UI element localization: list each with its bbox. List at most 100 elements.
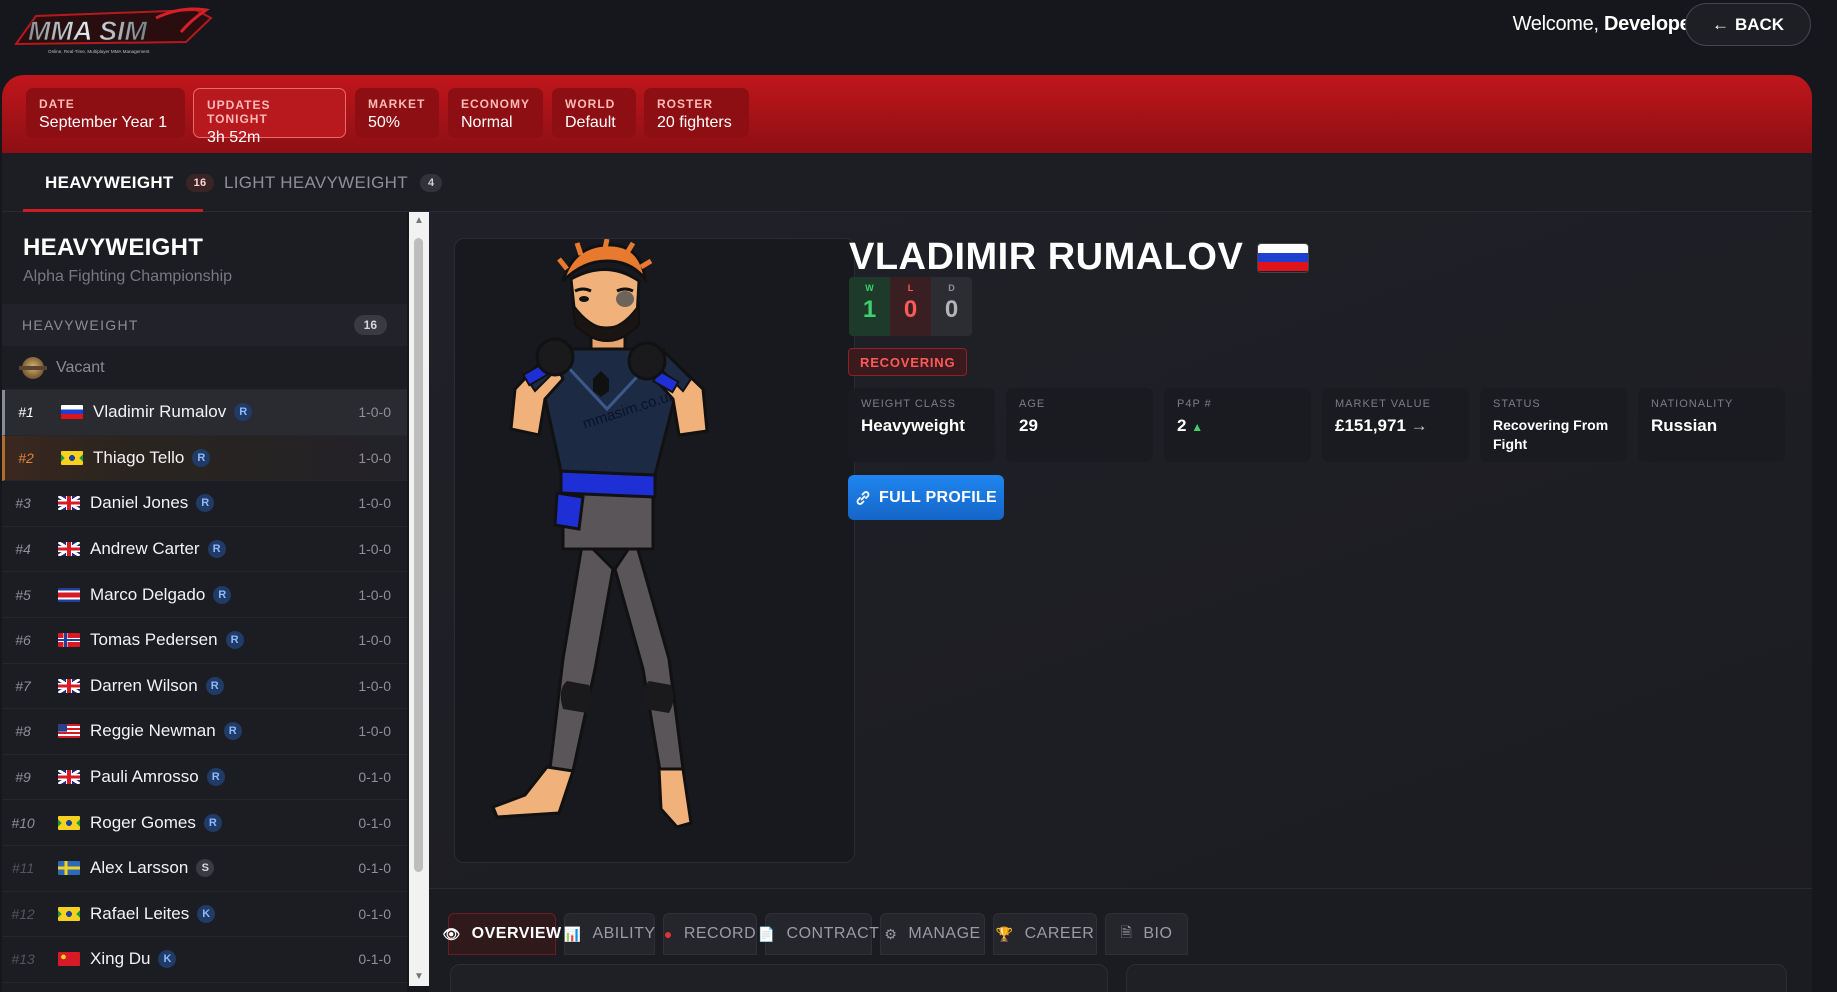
tab-label: LIGHT HEAVYWEIGHT (224, 172, 408, 192)
stat-label: WEIGHT CLASS (861, 398, 956, 410)
fighter-type-badge: K (158, 950, 177, 969)
tab-light-heavyweight[interactable]: LIGHT HEAVYWEIGHT 4 (224, 153, 443, 212)
country-flag-icon (61, 405, 83, 420)
fighter-type-badge: R (223, 722, 242, 741)
stat-age: AGE 29 (1006, 388, 1153, 462)
tab-overview[interactable]: 👁 OVERVIEW (442, 913, 561, 955)
win-loss-draw-record: W 1 L 0 D 0 (849, 277, 972, 336)
fighter-name: Tomas Pedersen (90, 630, 218, 650)
chip-value: September Year 1 (39, 114, 168, 131)
fighter-detail-panel: mmasim.co.uk VLADIMIR RUMALOV W 1 L 0 D … (429, 212, 1812, 992)
division-count-badge: 16 (353, 315, 387, 335)
roster-scrollbar[interactable]: ▲ ▼ (409, 212, 429, 986)
stat-weight-class: WEIGHT CLASS Heavyweight (848, 388, 995, 462)
document-icon: 📄 (757, 925, 776, 942)
fighter-record: 1-0-0 (358, 404, 391, 421)
stat-value: £151,971 (1335, 416, 1406, 435)
fighter-name: Pauli Amrosso (90, 767, 199, 787)
fighter-row[interactable]: #11 Alex Larsson S 0-1-0 (2, 846, 407, 892)
fighter-type-badge: R (196, 494, 215, 513)
fighter-row[interactable]: #10 Roger Gomes R 0-1-0 (2, 800, 407, 846)
chip-value: 50% (368, 114, 401, 131)
overview-left-card (450, 964, 1108, 992)
updates-chip: UPDATES TONIGHT 3h 52m (193, 88, 346, 146)
fighter-row[interactable]: #6 Tomas Pedersen R 1-0-0 (2, 618, 407, 664)
fighter-row[interactable]: #4 Andrew Carter R 1-0-0 (2, 527, 407, 573)
country-flag-icon (58, 633, 80, 648)
fighter-row[interactable]: #9 Pauli Amrosso R 0-1-0 (2, 755, 407, 801)
back-button[interactable]: ← BACK (1685, 3, 1811, 46)
fighter-row[interactable]: #8 Reggie Newman R 1-0-0 (2, 709, 407, 755)
fighter-type-badge: R (192, 448, 211, 467)
tab-ability[interactable]: 📊 ABILITY (564, 913, 655, 955)
stat-label: MARKET VALUE (1335, 398, 1431, 410)
fighter-rank: #9 (15, 769, 31, 786)
division-title: HEAVYWEIGHT (23, 234, 204, 261)
stat-label: AGE (1019, 398, 1046, 410)
tab-career[interactable]: 🏆 CAREER (993, 913, 1097, 955)
fighter-avatar-illustration: mmasim.co.uk (491, 239, 709, 829)
draws-cell: D 0 (931, 277, 972, 336)
fighter-name: Darren Wilson (90, 675, 198, 695)
losses-label: L (907, 283, 914, 293)
stat-status: STATUS Recovering From Fight (1480, 388, 1627, 462)
fighter-row[interactable]: #3 Daniel Jones R 1-0-0 (2, 481, 407, 527)
champion-slot-vacant[interactable]: Vacant (2, 346, 407, 390)
roster-chip: ROSTER 20 fighters (644, 88, 749, 138)
fighter-row[interactable]: #5 Marco Delgado R 1-0-0 (2, 572, 407, 618)
fighter-type-badge: R (207, 540, 226, 559)
fighter-type-badge: R (213, 585, 232, 604)
scroll-down-arrow-icon[interactable]: ▼ (412, 972, 426, 982)
tab-bio[interactable]: 🗎 BIO (1105, 913, 1188, 955)
game-status-bar: DATE September Year 1 UPDATES TONIGHT 3h… (2, 75, 1812, 153)
fighter-record: 0-1-0 (358, 951, 391, 968)
tab-manage[interactable]: ⚙ MANAGE (880, 913, 985, 955)
fighter-row[interactable]: #1 Vladimir Rumalov R 1-0-0 (2, 390, 407, 436)
stat-label: NATIONALITY (1651, 398, 1734, 410)
russia-flag-icon (1257, 242, 1310, 273)
logo-text: MMA SIM (28, 16, 147, 46)
stat-label: P4P # (1177, 398, 1212, 410)
country-flag-icon (58, 770, 80, 785)
tab-contract[interactable]: 📄 CONTRACT (758, 913, 879, 955)
scroll-up-arrow-icon[interactable]: ▲ (412, 216, 426, 226)
tab-label: RECORD (683, 925, 757, 942)
bar-chart-icon: 📊 (563, 925, 582, 942)
stat-nationality: NATIONALITY Russian (1638, 388, 1785, 462)
promotion-name: Alpha Fighting Championship (23, 268, 233, 285)
eye-icon: 👁 (442, 925, 461, 942)
fighter-type-badge: R (203, 813, 222, 832)
fighter-row[interactable]: #7 Darren Wilson R 1-0-0 (2, 664, 407, 710)
scrollbar-thumb[interactable] (414, 238, 423, 872)
country-flag-icon (58, 496, 80, 511)
fighter-name: VLADIMIR RUMALOV (849, 236, 1244, 278)
tab-label: ABILITY (592, 925, 656, 942)
chip-label: ECONOMY (461, 97, 531, 111)
tab-heavyweight[interactable]: HEAVYWEIGHT 16 (45, 153, 215, 212)
mma-sim-logo[interactable]: MMA SIM Online, Real-Time, Multiplayer M… (6, 4, 220, 58)
tab-record[interactable]: ● RECORD (663, 913, 757, 955)
stat-value-wrap: 2 ▲ (1177, 416, 1298, 436)
chip-value: Default (565, 114, 616, 131)
fighter-row[interactable]: #13 Xing Du K 0-1-0 (2, 937, 407, 983)
tab-count-badge: 16 (185, 173, 215, 192)
stat-market-value: MARKET VALUE £151,971 → (1322, 388, 1469, 462)
trend-flat-icon: → (1410, 416, 1428, 435)
gear-icon: ⚙ (884, 925, 898, 942)
fighter-rank: #5 (15, 586, 31, 603)
fighter-record: 1-0-0 (358, 449, 391, 466)
division-header[interactable]: HEAVYWEIGHT 16 (2, 304, 407, 346)
fighter-row[interactable]: #2 Thiago Tello R 1-0-0 (2, 435, 407, 482)
full-profile-button[interactable]: FULL PROFILE (848, 475, 1004, 520)
country-flag-icon (58, 906, 80, 921)
tab-label: HEAVYWEIGHT (45, 172, 174, 192)
chip-value: 20 fighters (657, 114, 732, 131)
chip-value: Normal (461, 114, 513, 131)
arrow-left-icon: ← (1711, 14, 1729, 34)
fighter-type-badge: R (225, 631, 244, 650)
draws-value: 0 (944, 296, 959, 323)
economy-chip: ECONOMY Normal (448, 88, 543, 138)
fighter-type-badge: R (205, 676, 224, 695)
fighter-row[interactable]: #12 Rafael Leites K 0-1-0 (2, 892, 407, 938)
fighter-status-badge: RECOVERING (848, 348, 968, 376)
